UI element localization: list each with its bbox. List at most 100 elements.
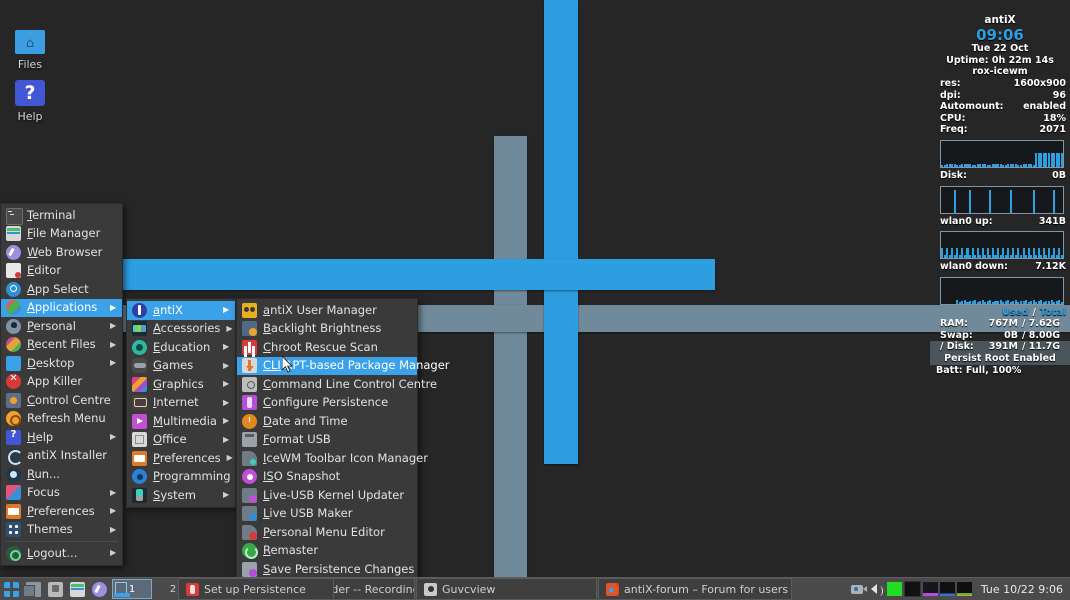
- menu-item-logout[interactable]: Logout...▶: [1, 544, 122, 563]
- menu-item-preferences[interactable]: Preferences▶: [1, 502, 122, 521]
- antix-menu-item-personal-menu-editor[interactable]: Personal Menu Editor: [237, 523, 417, 542]
- apps-menu-item-system[interactable]: System▶: [127, 486, 235, 505]
- monitor-blue[interactable]: [940, 582, 955, 596]
- show-desktop-icon: [48, 582, 63, 597]
- monitor-dark[interactable]: [904, 581, 921, 597]
- monitor-multi[interactable]: [957, 582, 972, 596]
- menu-item-terminal[interactable]: Terminal: [1, 206, 122, 225]
- apps-menu-item-multimedia[interactable]: Multimedia▶: [127, 412, 235, 431]
- recent-files-icon: [6, 337, 21, 352]
- iso-snapshot-icon: [242, 469, 257, 484]
- stat-key: Freq:: [940, 124, 968, 136]
- task-label: antiX-forum – Forum for users of...: [624, 583, 792, 596]
- workspace-1[interactable]: 1: [112, 579, 152, 599]
- antix-menu-item-format-usb[interactable]: Format USB: [237, 431, 417, 450]
- system-tray[interactable]: [847, 581, 976, 597]
- menu-item-help[interactable]: Help▶: [1, 428, 122, 447]
- desktop-icon-files[interactable]: ⌂ Files: [2, 28, 58, 71]
- antix-submenu[interactable]: antiX User Manager Backlight BrightnessCh…: [236, 298, 418, 600]
- memory-total: / 8.00G: [1022, 330, 1066, 342]
- menu-item-label: Terminal: [27, 210, 118, 222]
- menu-item-applications[interactable]: Applications▶: [1, 299, 122, 318]
- file-manager-icon: [70, 582, 85, 597]
- file-manager-launcher[interactable]: [67, 579, 88, 599]
- menu-item-personal[interactable]: Personal▶: [1, 317, 122, 336]
- menu-item-label: Save Persistence Changes: [263, 564, 414, 576]
- antix-menu-item-live-usb-maker[interactable]: Live USB Maker: [237, 505, 417, 524]
- memory-key: RAM:: [940, 318, 968, 330]
- apps-menu-item-programming[interactable]: Programming▶: [127, 468, 235, 487]
- camera-icon[interactable]: [851, 582, 867, 596]
- menu-item-antix-installer[interactable]: antiX Installer: [1, 447, 122, 466]
- apps-menu-item-internet[interactable]: Internet▶: [127, 394, 235, 413]
- menu-item-themes[interactable]: Themes▶: [1, 521, 122, 540]
- menu-item-run[interactable]: Run...: [1, 465, 122, 484]
- menu-item-label: antiX Installer: [27, 450, 118, 462]
- task-button[interactable]: antiX-forum – Forum for users of...: [598, 578, 792, 600]
- menu-item-desktop[interactable]: Desktop▶: [1, 354, 122, 373]
- apps-menu-item-games[interactable]: Games▶: [127, 357, 235, 376]
- antix-menu-item-live-usb-kernel-updater[interactable]: Live-USB Kernel Updater: [237, 486, 417, 505]
- antix-menu-item-iso-snapshot[interactable]: ISO Snapshot: [237, 468, 417, 487]
- conky-system-monitor: antiX 09:06 Tue 22 Oct Uptime: 0h 22m 14…: [930, 14, 1070, 376]
- menu-item-label: Office: [153, 434, 217, 446]
- antix-menu-item-antix-user-manager[interactable]: antiX User Manager: [237, 301, 417, 320]
- window-list-button[interactable]: [23, 579, 44, 599]
- menu-item-refresh-menu[interactable]: Refresh Menu: [1, 410, 122, 429]
- task-button[interactable]: Guvcview: [416, 578, 597, 600]
- menu-item-focus[interactable]: Focus▶: [1, 484, 122, 503]
- taskbar-clock[interactable]: Tue 10/22 9:06: [976, 583, 1070, 596]
- apps-menu-item-antix[interactable]: antiX▶: [127, 301, 235, 320]
- antix-menu-item-save-persistence-changes[interactable]: Save Persistence Changes: [237, 560, 417, 579]
- monitor-green[interactable]: [887, 582, 902, 596]
- desktop-icon-help[interactable]: ? Help: [2, 80, 58, 123]
- stat-key: CPU:: [940, 113, 965, 125]
- graph-value: 7.12K: [1035, 261, 1066, 273]
- menu-item-app-select[interactable]: App Select: [1, 280, 122, 299]
- task-label: Set up Persistence: [204, 583, 306, 596]
- logout-icon: [6, 546, 21, 561]
- menu-item-control-centre[interactable]: Control Centre: [1, 391, 122, 410]
- apps-menu-item-office[interactable]: Office▶: [127, 431, 235, 450]
- memory-used: 0B: [980, 330, 1018, 342]
- monitor-purple[interactable]: [923, 582, 938, 596]
- antix-menu-item-cli-apt-based-package-manager[interactable]: CLI APT-based Package Manager: [237, 357, 417, 376]
- conky-stat-row: dpi:96: [930, 90, 1070, 102]
- icewm-toolbar-icon: [242, 451, 257, 466]
- menu-button[interactable]: [1, 579, 22, 599]
- antix-menu-item-chroot-rescue-scan[interactable]: Chroot Rescue Scan: [237, 338, 417, 357]
- configure-persistence-icon: [242, 395, 257, 410]
- backlight-icon: [242, 321, 257, 336]
- menu-item-file-manager[interactable]: File Manager: [1, 225, 122, 244]
- apps-menu-item-preferences[interactable]: Preferences▶: [127, 449, 235, 468]
- web-browser-launcher[interactable]: [89, 579, 110, 599]
- graph-value: 0B: [1052, 170, 1066, 182]
- antix-menu-item-command-line-control-centre[interactable]: Command Line Control Centre: [237, 375, 417, 394]
- menu-item-editor[interactable]: Editor: [1, 262, 122, 281]
- apps-menu-item-graphics[interactable]: Graphics▶: [127, 375, 235, 394]
- applications-submenu[interactable]: antiX▶Accessories▶Education▶Games▶Graphi…: [126, 298, 236, 508]
- accessories-icon: [132, 321, 147, 336]
- conky-graph-label-row: Disk:0B: [930, 170, 1070, 182]
- taskbar[interactable]: 1 2 SimpleScreenRecorder -- Recording (1…: [0, 577, 1070, 600]
- wlan-down-graph: [940, 277, 1064, 305]
- app-killer-icon: [6, 374, 21, 389]
- antix-menu-item-configure-persistence[interactable]: Configure Persistence: [237, 394, 417, 413]
- chevron-right-icon: ▶: [226, 325, 234, 333]
- main-menu[interactable]: TerminalFile ManagerWeb BrowserEditorApp…: [0, 203, 123, 566]
- apps-menu-item-accessories[interactable]: Accessories▶: [127, 320, 235, 339]
- menu-item-label: antiX User Manager: [263, 305, 413, 317]
- apps-menu-item-education[interactable]: Education▶: [127, 338, 235, 357]
- show-desktop-button[interactable]: [45, 579, 66, 599]
- antix-menu-item-backlight-brightness[interactable]: Backlight Brightness: [237, 320, 417, 339]
- antix-menu-item-remaster[interactable]: Remaster: [237, 542, 417, 561]
- menu-item-web-browser[interactable]: Web Browser: [1, 243, 122, 262]
- antix-menu-item-icewm-toolbar-icon-manager[interactable]: IceWM Toolbar Icon Manager: [237, 449, 417, 468]
- task-button[interactable]: Set up Persistence: [178, 578, 334, 600]
- menu-item-label: Personal Menu Editor: [263, 527, 413, 539]
- menu-item-recent-files[interactable]: Recent Files▶: [1, 336, 122, 355]
- volume-icon[interactable]: [869, 582, 885, 596]
- antix-menu-item-date-and-time[interactable]: Date and Time: [237, 412, 417, 431]
- menu-item-label: Live USB Maker: [263, 508, 413, 520]
- menu-item-app-killer[interactable]: App Killer: [1, 373, 122, 392]
